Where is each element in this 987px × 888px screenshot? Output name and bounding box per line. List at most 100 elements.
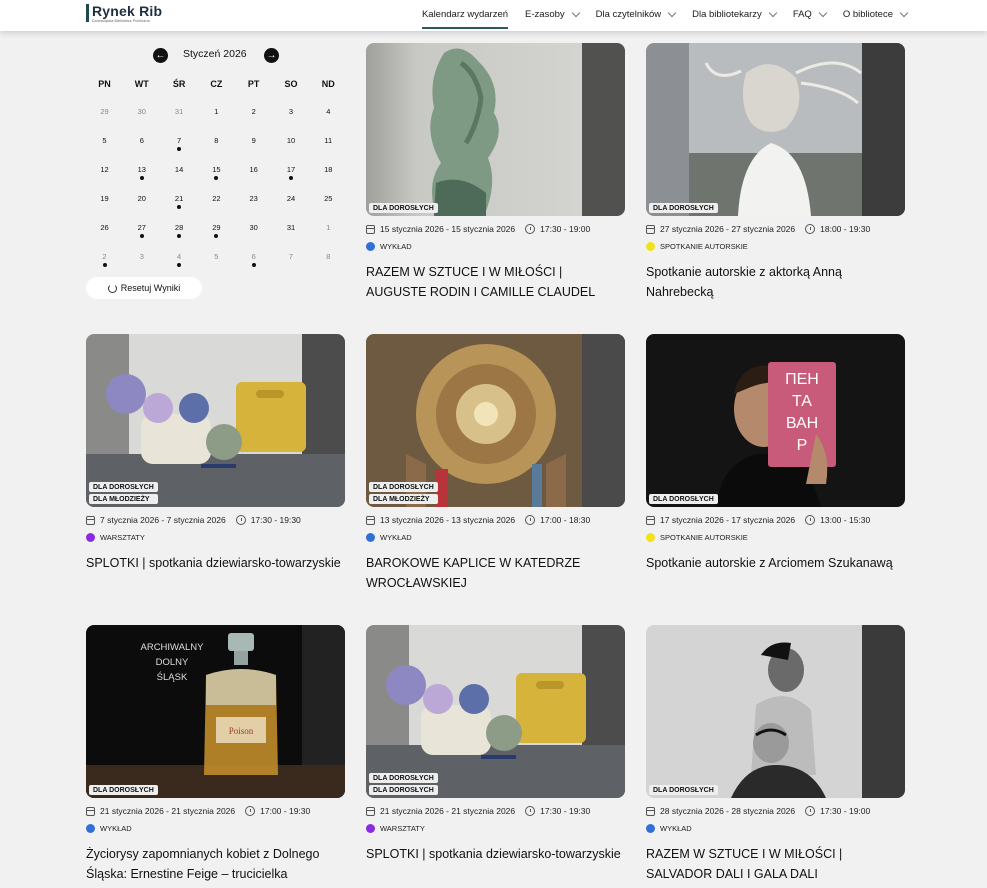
calendar-day[interactable]: 6: [235, 252, 272, 267]
arrow-left-icon[interactable]: ←: [153, 48, 168, 63]
calendar-day[interactable]: 20: [123, 194, 160, 203]
category-dot: [366, 533, 375, 542]
calendar-day-number: 30: [249, 223, 258, 232]
category-label: WYKŁAD: [380, 533, 412, 542]
calendar-day-number: 13: [137, 165, 146, 174]
calendar-day[interactable]: 8: [310, 252, 347, 261]
calendar-day-number: 6: [251, 252, 256, 261]
calendar-day[interactable]: 10: [273, 136, 310, 145]
calendar-day[interactable]: 7: [273, 252, 310, 261]
event-image-frame[interactable]: Poison ARCHIWALNY DOLNY ŚLĄSK DLA DOROSŁY…: [86, 625, 345, 798]
audience-badge: DLA DOROSŁYCH: [89, 785, 158, 795]
event-image-frame[interactable]: DLA DOROSŁYCH: [646, 625, 905, 798]
calendar-day[interactable]: 26: [86, 223, 123, 232]
calendar-day[interactable]: 18: [310, 165, 347, 174]
calendar-day[interactable]: 11: [310, 136, 347, 145]
nav-item[interactable]: Dla czytelników: [596, 0, 677, 29]
event-title[interactable]: SPLOTKI | spotkania dziewiarsko-towarzys…: [86, 553, 345, 573]
calendar-day[interactable]: 28: [161, 223, 198, 238]
event-image[interactable]: [646, 625, 905, 798]
nav-item[interactable]: O bibliotece: [843, 0, 909, 29]
event-title[interactable]: BAROKOWE KAPLICE W KATEDRZE WROCŁAWSKIEJ: [366, 553, 625, 593]
audience-badges: DLA DOROSŁYCH: [649, 494, 718, 504]
calendar-day-number: 23: [249, 194, 258, 203]
calendar-day[interactable]: 29: [86, 107, 123, 116]
calendar-day[interactable]: 2: [235, 107, 272, 116]
arrow-right-icon[interactable]: →: [264, 48, 279, 63]
calendar-day[interactable]: 21: [161, 194, 198, 209]
reset-results-label: Resetuj Wyniki: [120, 283, 181, 293]
event-time: 17:30 - 19:00: [540, 224, 591, 234]
calendar-day[interactable]: 4: [310, 107, 347, 116]
event-title[interactable]: Życiorysy zapomnianych kobiet z Dolnego …: [86, 844, 345, 884]
logo-name: Rynek Rib: [92, 3, 163, 19]
event-title[interactable]: RAZEM W SZTUCE I W MIŁOŚCI | SALVADOR DA…: [646, 844, 905, 884]
nav-item[interactable]: E-zasoby: [525, 0, 580, 29]
calendar-day-number: 30: [137, 107, 146, 116]
calendar-day[interactable]: 12: [86, 165, 123, 174]
event-image-frame[interactable]: DLA DOROSŁYCH DLA DOROSŁYCH: [366, 625, 625, 798]
weekday-label: WT: [134, 79, 149, 89]
calendar-day[interactable]: 31: [161, 107, 198, 116]
calendar-day[interactable]: 7: [161, 136, 198, 151]
event-category: SPOTKANIE AUTORSKIE: [646, 242, 748, 251]
nav-item[interactable]: FAQ: [793, 0, 828, 29]
calendar-day-number: 22: [212, 194, 221, 203]
event-image-frame[interactable]: DLA DOROSŁYCH: [646, 43, 905, 216]
calendar-day[interactable]: 14: [161, 165, 198, 174]
nav-item[interactable]: Kalendarz wydarzeń: [421, 0, 509, 29]
calendar-day[interactable]: 30: [235, 223, 272, 232]
event-title[interactable]: SPLOTKI | spotkania dziewiarsko-towarzys…: [366, 844, 625, 864]
calendar-day[interactable]: 30: [123, 107, 160, 116]
svg-text:DOLNY: DOLNY: [156, 657, 189, 668]
calendar-day[interactable]: 1: [198, 107, 235, 116]
calendar-day[interactable]: 3: [123, 252, 160, 261]
calendar-day[interactable]: 4: [161, 252, 198, 267]
calendar-day-number: 12: [100, 165, 109, 174]
chevron-down-icon: [899, 8, 909, 18]
reset-results-button[interactable]: Resetuj Wyniki: [86, 277, 202, 299]
nav-item[interactable]: Dla bibliotekarzy: [692, 0, 778, 29]
event-image[interactable]: [366, 43, 625, 216]
calendar-day[interactable]: 19: [86, 194, 123, 203]
event-date: 7 stycznia 2026 - 7 stycznia 2026: [100, 515, 226, 525]
calendar-day[interactable]: 24: [273, 194, 310, 203]
calendar-day[interactable]: 6: [123, 136, 160, 145]
event-meta: 17 stycznia 2026 - 17 stycznia 2026 13:0…: [646, 513, 870, 527]
main-nav: Kalendarz wydarzeń E-zasoby Dla czytelnikó…: [405, 0, 909, 29]
calendar-day-number: 10: [286, 136, 296, 145]
event-image-frame[interactable]: DLA DOROSŁYCH: [366, 43, 625, 216]
event-title[interactable]: RAZEM W SZTUCE I W MIŁOŚCI | AUGUSTE ROD…: [366, 262, 625, 302]
event-title[interactable]: Spotkanie autorskie z aktorką Anną Nahre…: [646, 262, 905, 302]
event-image[interactable]: Poison ARCHIWALNY DOLNY ŚLĄSK: [86, 625, 345, 798]
calendar-day[interactable]: 2: [86, 252, 123, 267]
clock-icon: [805, 806, 816, 816]
event-image-frame[interactable]: ПЕН ТА ВАН Р DLA DOROSŁYCH: [646, 334, 905, 507]
calendar-day[interactable]: 31: [273, 223, 310, 232]
event-image-frame[interactable]: DLA DOROSŁYCH DLA MŁODZIEŻY: [366, 334, 625, 507]
event-dot: [214, 234, 219, 238]
calendar-day[interactable]: 25: [310, 194, 347, 203]
calendar-day[interactable]: 22: [198, 194, 235, 203]
calendar-day-number: 31: [174, 107, 184, 116]
calendar-day[interactable]: 3: [273, 107, 310, 116]
event-image[interactable]: [646, 43, 905, 216]
calendar-day[interactable]: 5: [198, 252, 235, 261]
event-title[interactable]: Spotkanie autorskie z Arciomem Szukanawą: [646, 553, 905, 573]
calendar-day[interactable]: 8: [198, 136, 235, 145]
event-image[interactable]: ПЕН ТА ВАН Р: [646, 334, 905, 507]
calendar-day[interactable]: 27: [123, 223, 160, 238]
event-meta: 15 stycznia 2026 - 15 stycznia 2026 17:3…: [366, 222, 590, 236]
event-dot: [289, 176, 293, 180]
event-image-frame[interactable]: DLA DOROSŁYCH DLA MŁODZIEŻY: [86, 334, 345, 507]
calendar-day[interactable]: 16: [235, 165, 272, 174]
category-dot: [646, 242, 655, 251]
calendar-day[interactable]: 17: [273, 165, 310, 180]
calendar-day[interactable]: 29: [198, 223, 235, 238]
calendar-day[interactable]: 13: [123, 165, 160, 180]
calendar-day[interactable]: 1: [310, 223, 347, 232]
calendar-day[interactable]: 5: [86, 136, 123, 145]
calendar-day[interactable]: 15: [198, 165, 235, 180]
calendar-day[interactable]: 23: [235, 194, 272, 203]
calendar-day[interactable]: 9: [235, 136, 272, 145]
